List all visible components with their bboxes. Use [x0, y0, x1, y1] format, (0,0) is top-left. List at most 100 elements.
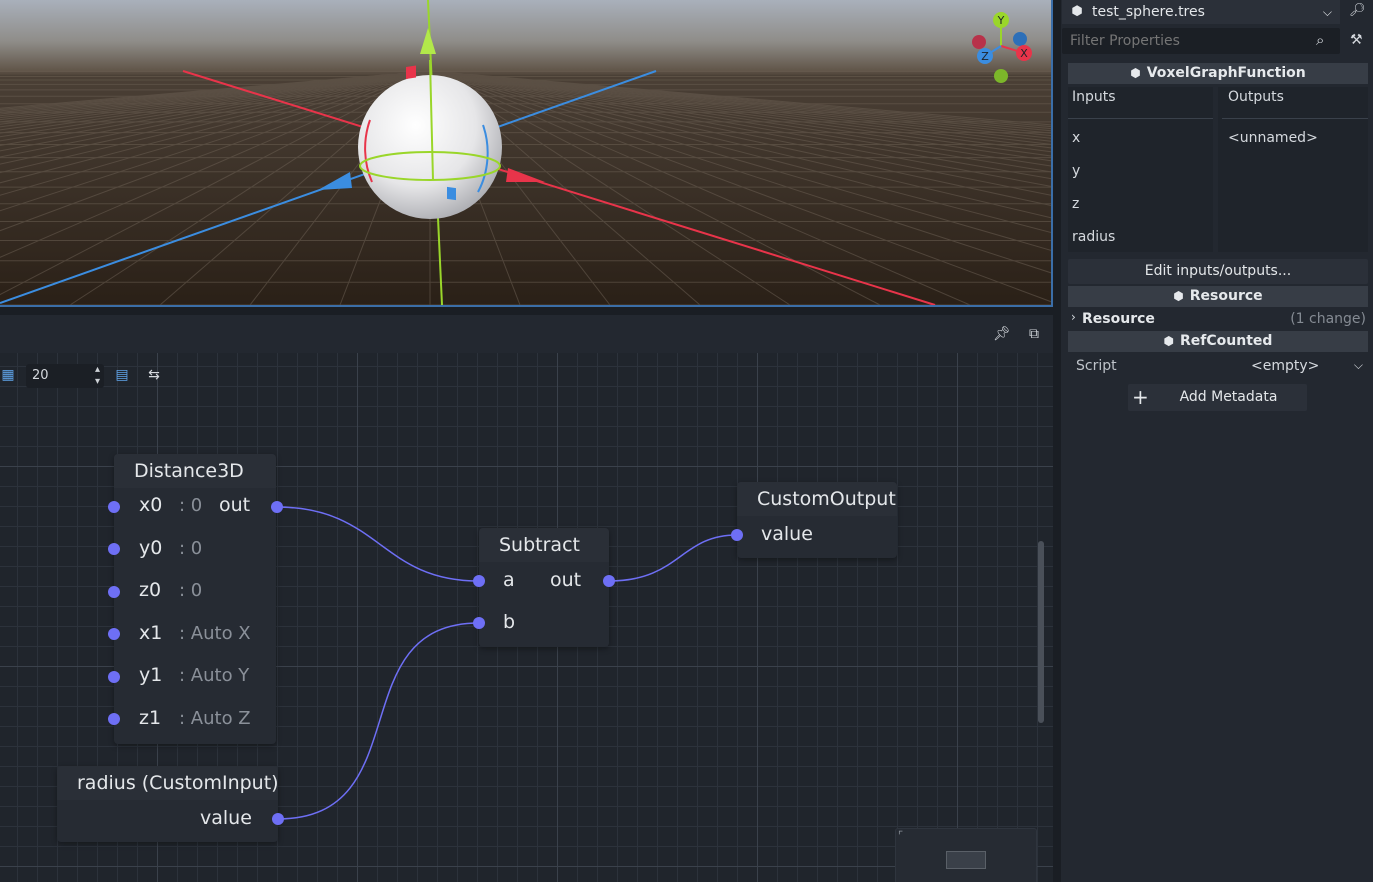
- section-refcounted[interactable]: ⬢ RefCounted: [1068, 331, 1368, 352]
- port-label-b: b: [503, 611, 516, 633]
- script-value: <empty>: [1251, 358, 1320, 374]
- node-title[interactable]: Subtract: [479, 528, 609, 562]
- gizmo-y-label: Y: [997, 14, 1005, 27]
- snap-distance-spinbox[interactable]: 20 ▴ ▾: [26, 364, 104, 388]
- wire-radius-to-subtract-b: [277, 622, 480, 820]
- chevron-down-icon[interactable]: ⌵: [1323, 0, 1332, 24]
- node-title[interactable]: CustomOutput: [737, 482, 897, 516]
- port-default-z1[interactable]: : Auto Z: [179, 708, 251, 729]
- node-title[interactable]: radius (CustomInput): [57, 766, 279, 800]
- section-title: Resource: [1189, 288, 1263, 304]
- port-z0[interactable]: [108, 586, 120, 598]
- port-subtract-out[interactable]: [603, 575, 615, 587]
- input-item-y[interactable]: y: [1072, 163, 1080, 179]
- chevron-down-icon[interactable]: ⌵: [1354, 358, 1363, 373]
- input-item-z[interactable]: z: [1072, 196, 1079, 212]
- class-cube-icon: ⬢: [1173, 289, 1184, 303]
- port-label-z0: z0: [139, 579, 162, 601]
- inputs-header: Inputs: [1072, 89, 1116, 105]
- node-subtract[interactable]: Subtract: [479, 528, 609, 647]
- resource-history-dropdown[interactable]: ⬢ test_sphere.tres ⌵: [1062, 0, 1340, 24]
- port-y0[interactable]: [108, 543, 120, 555]
- inspector-panel: ⬢ test_sphere.tres ⌵ 🔎︎ ⌕ ⚒ ⬢ VoxelGraphF…: [1061, 0, 1373, 882]
- chevron-right-icon[interactable]: ›: [1071, 310, 1076, 324]
- port-default-y0[interactable]: : 0: [179, 538, 202, 559]
- edit-inputs-outputs-button[interactable]: Edit inputs/outputs...: [1068, 259, 1368, 284]
- outputs-header: Outputs: [1228, 89, 1284, 105]
- spin-arrows-icon[interactable]: ▴ ▾: [95, 364, 100, 388]
- plus-icon: +: [1132, 385, 1149, 409]
- port-z1[interactable]: [108, 713, 120, 725]
- minimap-viewport[interactable]: [946, 851, 986, 869]
- inspector-splitter[interactable]: [1053, 0, 1061, 882]
- port-label-subtract-out: out: [550, 569, 582, 591]
- make-floating-icon[interactable]: ⧉: [1025, 325, 1043, 343]
- port-y1[interactable]: [108, 671, 120, 683]
- section-title: VoxelGraphFunction: [1146, 65, 1306, 81]
- node-title[interactable]: Distance3D: [114, 454, 276, 488]
- resource-name: test_sphere.tres: [1092, 4, 1205, 20]
- script-label: Script: [1076, 358, 1117, 374]
- snap-value: 20: [32, 368, 49, 383]
- port-default-z0[interactable]: : 0: [179, 580, 202, 601]
- node-custom-input-radius[interactable]: radius (CustomInput): [57, 766, 279, 842]
- port-label-y1: y1: [139, 664, 163, 686]
- class-cube-icon: ⬢: [1163, 334, 1175, 348]
- snap-grid-icon[interactable]: ▦: [0, 367, 16, 383]
- viewport-scene: Y X Z: [0, 0, 1051, 305]
- port-subtract-b[interactable]: [473, 617, 485, 629]
- port-label-x0: x0: [139, 494, 163, 516]
- port-x0[interactable]: [108, 501, 120, 513]
- input-item-radius[interactable]: radius: [1072, 229, 1115, 245]
- node-custom-output[interactable]: CustomOutput: [737, 482, 897, 558]
- port-label-out: out: [219, 494, 251, 516]
- port-label-input-value: value: [200, 807, 252, 829]
- port-subtract-a[interactable]: [473, 575, 485, 587]
- port-default-y1[interactable]: : Auto Y: [179, 665, 249, 686]
- divider: [1068, 118, 1213, 119]
- arrange-nodes-icon[interactable]: ⇆: [146, 367, 162, 383]
- port-default-x0[interactable]: : 0: [179, 495, 202, 516]
- section-title: RefCounted: [1180, 333, 1273, 349]
- pin-icon[interactable]: 📌︎: [993, 325, 1011, 343]
- port-distance-out[interactable]: [271, 501, 283, 513]
- wire-subtract-to-output: [608, 534, 738, 582]
- resource-group-label: Resource: [1082, 311, 1155, 327]
- port-label-output-value: value: [761, 523, 813, 545]
- add-metadata-label: Add Metadata: [1179, 389, 1278, 405]
- port-output-value[interactable]: [731, 529, 743, 541]
- change-count: (1 change): [1290, 311, 1366, 327]
- port-x1[interactable]: [108, 628, 120, 640]
- gizmo-z-label: Z: [981, 50, 989, 63]
- graph-panel-header: 📌︎ ⧉: [0, 315, 1053, 353]
- input-item-x[interactable]: x: [1072, 130, 1080, 146]
- graph-editor[interactable]: ▦ 20 ▴ ▾ ▤ ⇆ Distance3D x0 : 0 out y0 : 0…: [0, 353, 1053, 882]
- port-label-y0: y0: [139, 537, 163, 559]
- port-default-x1[interactable]: : Auto X: [179, 623, 251, 644]
- resource-group-row[interactable]: › Resource (1 change): [1068, 309, 1368, 331]
- filter-properties-input[interactable]: [1062, 28, 1340, 54]
- show-grid-icon[interactable]: ▤: [114, 367, 130, 383]
- tools-icon[interactable]: ⚒: [1350, 32, 1363, 48]
- port-label-a: a: [503, 569, 515, 591]
- minimap-resize-icon[interactable]: ⌜: [898, 829, 903, 842]
- search-icon: ⌕: [1316, 31, 1325, 49]
- port-input-value[interactable]: [272, 813, 284, 825]
- inputs-list: [1068, 87, 1213, 252]
- resource-cube-icon: ⬢: [1071, 4, 1083, 19]
- add-metadata-button[interactable]: + Add Metadata: [1128, 384, 1307, 411]
- script-value-picker[interactable]: <empty> ⌵: [1219, 354, 1367, 378]
- gizmo-x-label: X: [1020, 47, 1028, 60]
- section-resource[interactable]: ⬢ Resource: [1068, 286, 1368, 307]
- section-voxel-graph-function[interactable]: ⬢ VoxelGraphFunction: [1068, 63, 1368, 84]
- divider: [1222, 118, 1368, 119]
- graph-minimap[interactable]: ⌜: [895, 828, 1037, 882]
- 3d-viewport[interactable]: Y X Z: [0, 0, 1053, 307]
- port-label-x1: x1: [139, 622, 163, 644]
- panel-splitter[interactable]: [0, 307, 1053, 315]
- output-item-unnamed[interactable]: <unnamed>: [1228, 130, 1318, 146]
- graph-vertical-scrollbar[interactable]: [1038, 541, 1044, 723]
- class-cube-icon: ⬢: [1130, 66, 1141, 80]
- wire-distance-to-subtract-a: [276, 506, 480, 582]
- open-docs-icon[interactable]: 🔎︎: [1349, 3, 1366, 18]
